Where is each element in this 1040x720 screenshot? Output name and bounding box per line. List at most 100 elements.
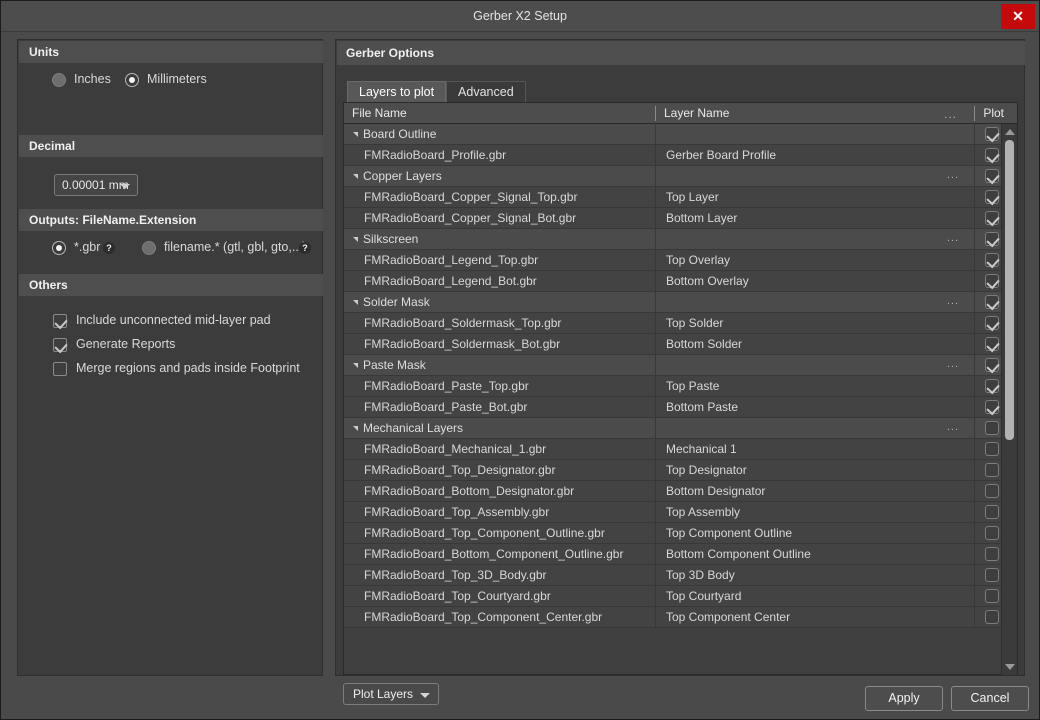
table-row[interactable]: FMRadioBoard_Top_Component_Center.gbr Top… [344,607,1001,628]
plot-checkbox[interactable] [985,190,999,204]
decimal-section-header: Decimal [19,135,323,157]
row-options-ellipsis-icon[interactable]: ... [947,232,959,244]
apply-button[interactable]: Apply [865,686,943,711]
plot-checkbox[interactable] [985,358,999,372]
expand-collapse-triangle-icon[interactable] [353,426,358,431]
table-row[interactable]: FMRadioBoard_Copper_Signal_Bot.gbr Bottom… [344,208,1001,229]
column-divider [655,397,656,418]
help-icon-gbr[interactable]: ? [103,242,115,254]
table-row[interactable]: FMRadioBoard_Bottom_Component_Outline.gb… [344,544,1001,565]
plot-checkbox[interactable] [985,442,999,456]
plot-checkbox[interactable] [985,400,999,414]
table-row[interactable]: FMRadioBoard_Soldermask_Top.gbr Top Solde… [344,313,1001,334]
cell-file-name: FMRadioBoard_Paste_Top.gbr [364,379,529,393]
plot-checkbox[interactable] [985,127,999,141]
header-divider-1 [655,106,656,121]
table-row[interactable]: FMRadioBoard_Copper_Signal_Top.gbr Top La… [344,187,1001,208]
scroll-down-arrow-icon[interactable] [1005,664,1015,670]
plot-checkbox[interactable] [985,547,999,561]
plot-checkbox[interactable] [985,526,999,540]
checkbox-merge-regions-indicator[interactable] [53,362,67,376]
scrollbar-thumb[interactable] [1005,140,1014,440]
plot-checkbox[interactable] [985,589,999,603]
radio-filename-label: filename.* (gtl, gbl, gto,...) [164,240,307,254]
expand-collapse-triangle-icon[interactable] [353,132,358,137]
table-group-row[interactable]: Mechanical Layers... [344,418,1001,439]
table-row[interactable]: FMRadioBoard_Mechanical_1.gbr Mechanical … [344,439,1001,460]
radio-millimeters-indicator[interactable] [125,73,139,87]
table-row[interactable]: FMRadioBoard_Top_Assembly.gbr Top Assembl… [344,502,1001,523]
plot-checkbox[interactable] [985,337,999,351]
expand-collapse-triangle-icon[interactable] [353,363,358,368]
column-divider [655,544,656,565]
row-options-ellipsis-icon[interactable]: ... [947,358,959,370]
help-icon-filename[interactable]: ? [299,242,311,254]
table-group-row[interactable]: Board Outline [344,124,1001,145]
plot-checkbox[interactable] [985,169,999,183]
cell-file-name: FMRadioBoard_Legend_Bot.gbr [364,274,537,288]
plot-checkbox[interactable] [985,232,999,246]
checkbox-generate-reports-indicator[interactable] [53,338,67,352]
decimal-precision-dropdown[interactable]: 0.00001 mm [54,174,138,196]
table-row[interactable]: FMRadioBoard_Top_Designator.gbr Top Desig… [344,460,1001,481]
plot-checkbox[interactable] [985,253,999,267]
column-divider [655,502,656,523]
column-divider [655,586,656,607]
plot-checkbox[interactable] [985,484,999,498]
close-icon[interactable]: ✕ [1001,4,1035,29]
table-row[interactable]: FMRadioBoard_Top_3D_Body.gbr Top 3D Body [344,565,1001,586]
row-options-ellipsis-icon[interactable]: ... [947,295,959,307]
plot-checkbox[interactable] [985,211,999,225]
plot-checkbox[interactable] [985,568,999,582]
column-header-ellipsis[interactable]: ... [944,107,957,121]
table-row[interactable]: FMRadioBoard_Top_Component_Outline.gbr To… [344,523,1001,544]
table-row[interactable]: FMRadioBoard_Profile.gbr Gerber Board Pro… [344,145,1001,166]
table-row[interactable]: FMRadioBoard_Soldermask_Bot.gbr Bottom So… [344,334,1001,355]
table-vertical-scrollbar[interactable] [1001,124,1017,675]
column-header-plot[interactable]: Plot [983,106,1004,120]
plot-checkbox[interactable] [985,463,999,477]
table-row[interactable]: FMRadioBoard_Paste_Top.gbr Top Paste [344,376,1001,397]
checkbox-include-unconnected-indicator[interactable] [53,314,67,328]
tab-advanced[interactable]: Advanced [446,81,526,103]
plot-checkbox[interactable] [985,295,999,309]
cell-file-name: FMRadioBoard_Copper_Signal_Top.gbr [364,190,578,204]
plot-checkbox[interactable] [985,610,999,624]
cell-file-name: FMRadioBoard_Top_Assembly.gbr [364,505,550,519]
cancel-button[interactable]: Cancel [951,686,1029,711]
radio-gbr-indicator[interactable] [52,241,66,255]
column-divider [655,334,656,355]
tab-layers-to-plot[interactable]: Layers to plot [347,81,447,103]
scroll-up-arrow-icon[interactable] [1005,129,1015,135]
units-section-header: Units [19,41,323,63]
row-options-ellipsis-icon[interactable]: ... [947,169,959,181]
cell-file-name: FMRadioBoard_Mechanical_1.gbr [364,442,547,456]
table-row[interactable]: FMRadioBoard_Paste_Bot.gbr Bottom Paste [344,397,1001,418]
expand-collapse-triangle-icon[interactable] [353,174,358,179]
radio-filename-indicator[interactable] [142,241,156,255]
expand-collapse-triangle-icon[interactable] [353,300,358,305]
plot-checkbox[interactable] [985,274,999,288]
plot-checkbox[interactable] [985,316,999,330]
column-header-file-name[interactable]: File Name [352,106,407,120]
plot-checkbox[interactable] [985,379,999,393]
cell-layer-name: Top Designator [666,463,747,477]
table-group-row[interactable]: Copper Layers... [344,166,1001,187]
table-group-row[interactable]: Silkscreen... [344,229,1001,250]
table-group-row[interactable]: Paste Mask... [344,355,1001,376]
row-options-ellipsis-icon[interactable]: ... [947,421,959,433]
plot-column-divider [974,250,975,271]
plot-checkbox[interactable] [985,421,999,435]
table-group-row[interactable]: Solder Mask... [344,292,1001,313]
table-row[interactable]: FMRadioBoard_Bottom_Designator.gbr Bottom… [344,481,1001,502]
plot-checkbox[interactable] [985,505,999,519]
plot-checkbox[interactable] [985,148,999,162]
table-row[interactable]: FMRadioBoard_Legend_Top.gbr Top Overlay [344,250,1001,271]
expand-collapse-triangle-icon[interactable] [353,237,358,242]
radio-inches-indicator[interactable] [52,73,66,87]
plot-column-divider [974,481,975,502]
table-row[interactable]: FMRadioBoard_Legend_Bot.gbr Bottom Overla… [344,271,1001,292]
column-header-layer-name[interactable]: Layer Name [664,106,729,120]
cell-layer-name: Mechanical 1 [666,442,737,456]
table-row[interactable]: FMRadioBoard_Top_Courtyard.gbr Top Courty… [344,586,1001,607]
